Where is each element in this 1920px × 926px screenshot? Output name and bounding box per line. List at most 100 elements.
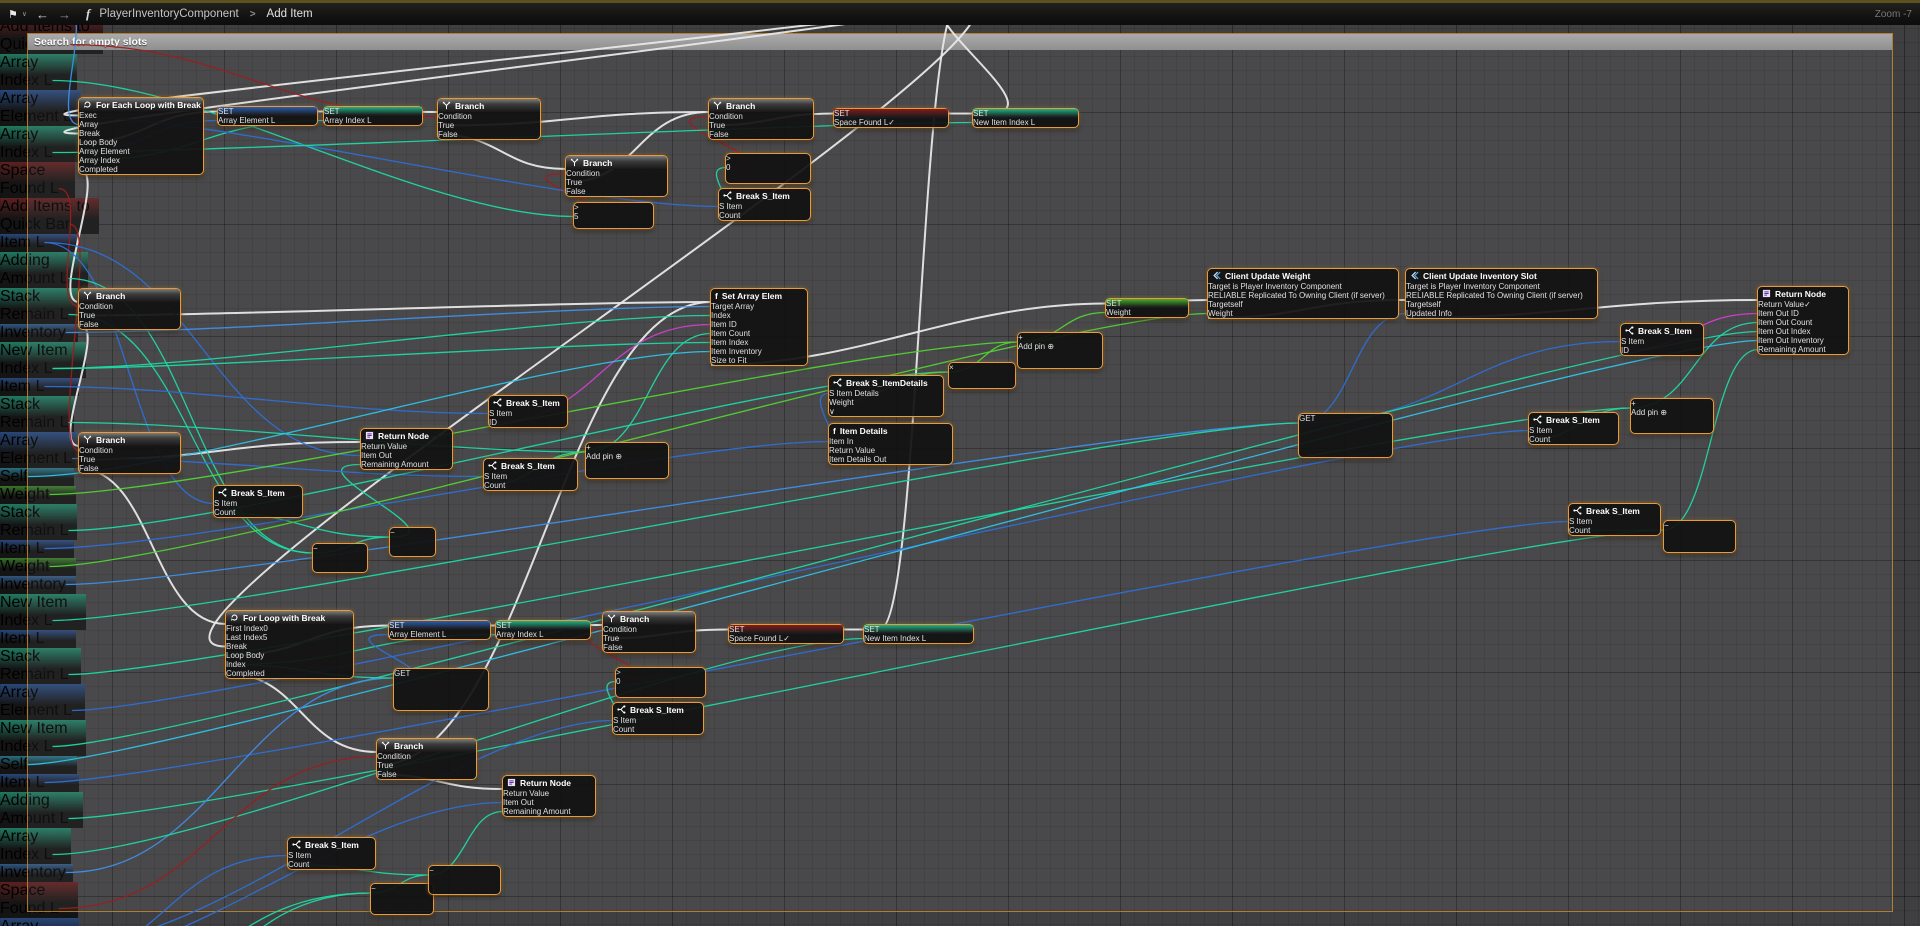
break-s-item[interactable]: Break S_ItemS ItemID [488, 395, 568, 428]
pin-label: Count [288, 860, 309, 869]
forward-icon[interactable]: → [58, 8, 71, 21]
client-update-inventory-slot[interactable]: Client Update Inventory SlotTarget is Pl… [1405, 268, 1598, 319]
break-s-item[interactable]: Break S_ItemS ItemCount [1528, 412, 1619, 445]
branch[interactable]: BranchConditionTrueFalse [708, 98, 814, 140]
set-array-element-l[interactable]: SETArray Element L [217, 106, 318, 126]
node-title: Break S_Item [1586, 506, 1640, 516]
client-update-weight[interactable]: Client Update WeightTarget is Player Inv… [1207, 268, 1399, 319]
subtract[interactable]: − [428, 865, 501, 895]
back-icon[interactable]: ← [36, 8, 49, 21]
bookmark-icon[interactable]: ⚑ [8, 8, 18, 21]
add[interactable]: +Add pin ⊕ [1017, 332, 1103, 369]
node-title: Branch [583, 158, 612, 168]
add-pin-button[interactable]: Add pin ⊕ [1631, 408, 1713, 417]
break-icon [1625, 326, 1634, 335]
multiply[interactable]: × [948, 362, 1016, 389]
graph-canvas[interactable]: Search for empty slots For Each Loop wit… [0, 0, 1920, 926]
return-node[interactable]: Return NodeReturn Value✓Item Out IDItem … [1757, 286, 1849, 355]
get-array-item[interactable]: GET [393, 668, 489, 711]
greater-than[interactable]: >0 [615, 667, 706, 698]
pin-label: True [79, 455, 95, 464]
pin-label: Item In [829, 437, 853, 446]
return-node[interactable]: Return NodeReturn ValueItem OutRemaining… [360, 428, 453, 470]
comment-title[interactable]: Search for empty slots [28, 34, 1892, 50]
literal-value[interactable]: 0 [263, 624, 267, 633]
set-new-item-index-l[interactable]: SETNew Item Index L [863, 624, 974, 644]
branch[interactable]: BranchConditionTrueFalse [376, 738, 477, 780]
operator-glyph: − [1664, 521, 1735, 530]
pin-label: Index [711, 311, 731, 320]
branch[interactable]: BranchConditionTrueFalse [437, 98, 541, 140]
add[interactable]: +Add pin ⊕ [585, 442, 669, 479]
item-details[interactable]: fItem DetailsItem InReturn ValueItem Det… [828, 423, 953, 465]
set-array-element-l[interactable]: SETArray Element L [388, 620, 491, 640]
pin-label: S Item [214, 499, 237, 508]
subtract[interactable]: − [370, 883, 434, 915]
branch[interactable]: BranchConditionTrueFalse [565, 155, 668, 197]
node-title: Return Node [1775, 289, 1826, 299]
get-array-item[interactable]: GET [1298, 413, 1393, 458]
break-s-item[interactable]: Break S_ItemS ItemCount [483, 458, 578, 491]
pin-label: Item Out [361, 451, 392, 460]
literal-value[interactable]: self [1230, 300, 1242, 309]
literal-value[interactable]: 5 [263, 633, 267, 642]
literal-value[interactable]: 5 [574, 212, 578, 221]
operator-glyph: + [1018, 333, 1102, 342]
break-s-item[interactable]: Break S_ItemS ItemCount [213, 485, 303, 518]
node-subtitle: Target is Player Inventory Component [1406, 282, 1597, 291]
node-title: Break S_Item [736, 191, 790, 201]
operator-glyph: − [313, 544, 367, 553]
node-title: Break S_Item [1638, 326, 1692, 336]
pin-label: False [79, 464, 99, 473]
checkbox[interactable]: ✓ [783, 634, 790, 643]
literal-value[interactable]: 0 [616, 677, 620, 686]
add[interactable]: +Add pin ⊕ [1630, 398, 1714, 434]
branch[interactable]: BranchConditionTrueFalse [602, 611, 696, 653]
bookmark-dropdown-icon[interactable]: ∨ [22, 10, 27, 18]
set-weight[interactable]: SETWeight [1105, 298, 1189, 318]
break-s-item[interactable]: Break S_ItemS ItemCount [718, 188, 811, 221]
variable-label: Array Element L [0, 918, 72, 926]
set-array-elem[interactable]: fSet Array ElemTarget ArrayIndexItem IDI… [710, 288, 808, 366]
subtract[interactable]: − [1663, 520, 1736, 553]
break-s-itemdetails[interactable]: Break S_ItemDetailsS Item DetailsWeight∨ [828, 375, 944, 417]
set-space-found-l[interactable]: SETSpace Found L✓ [833, 108, 949, 128]
return-node[interactable]: Return NodeReturn ValueItem OutRemaining… [502, 775, 596, 817]
pin-label: True [709, 121, 725, 130]
add-pin-button[interactable]: Add pin ⊕ [586, 452, 668, 461]
literal-value[interactable]: self [1428, 300, 1440, 309]
subtract[interactable]: − [312, 543, 368, 573]
checkbox[interactable]: ✓ [888, 118, 895, 127]
expand-chevron-icon[interactable]: ∨ [829, 407, 943, 416]
pin-label: Item Details Out [829, 455, 886, 464]
greater-than[interactable]: >0 [725, 153, 811, 184]
break-s-item[interactable]: Break S_ItemS ItemCount [287, 837, 376, 870]
greater-than[interactable]: >5 [573, 202, 654, 229]
set-space-found-l[interactable]: SETSpace Found L✓ [728, 624, 844, 644]
break-s-item[interactable]: Break S_ItemS ItemCount [1568, 503, 1661, 536]
break-s-item[interactable]: Break S_ItemS ItemID [1620, 323, 1704, 356]
breadcrumb-root[interactable]: PlayerInventoryComponent [99, 8, 238, 20]
node-subtitle: RELIABLE Replicated To Owning Client (if… [1208, 291, 1398, 300]
for-each-loop-with-break[interactable]: For Each Loop with BreakExecArrayBreakLo… [78, 97, 204, 175]
add-pin-button[interactable]: Add pin ⊕ [1018, 342, 1102, 351]
break-icon [493, 398, 502, 407]
var-get-array-element-l[interactable]: Array Element L [0, 918, 79, 926]
break-s-item[interactable]: Break S_ItemS ItemCount [612, 702, 704, 735]
branch-icon [607, 614, 616, 623]
breadcrumb-leaf[interactable]: Add Item [267, 8, 313, 20]
comment-box[interactable]: Search for empty slots [27, 33, 1893, 912]
break-icon [1573, 506, 1582, 515]
branch[interactable]: BranchConditionTrueFalse [78, 288, 181, 330]
subtract[interactable]: − [389, 527, 436, 557]
literal-value[interactable]: 0 [726, 163, 730, 172]
branch[interactable]: BranchConditionTrueFalse [78, 432, 181, 474]
set-array-index-l[interactable]: SETArray Index L [323, 106, 423, 126]
set-new-item-index-l[interactable]: SETNew Item Index L [972, 108, 1079, 128]
set-array-index-l[interactable]: SETArray Index L [495, 620, 591, 640]
pin-label: True [566, 178, 582, 187]
checkbox[interactable]: ✓ [1804, 300, 1811, 309]
for-loop-with-break[interactable]: For Loop with BreakFirst Index0Last Inde… [225, 610, 354, 679]
node-title: Branch [455, 101, 484, 111]
pin-label: Completed [79, 165, 118, 174]
